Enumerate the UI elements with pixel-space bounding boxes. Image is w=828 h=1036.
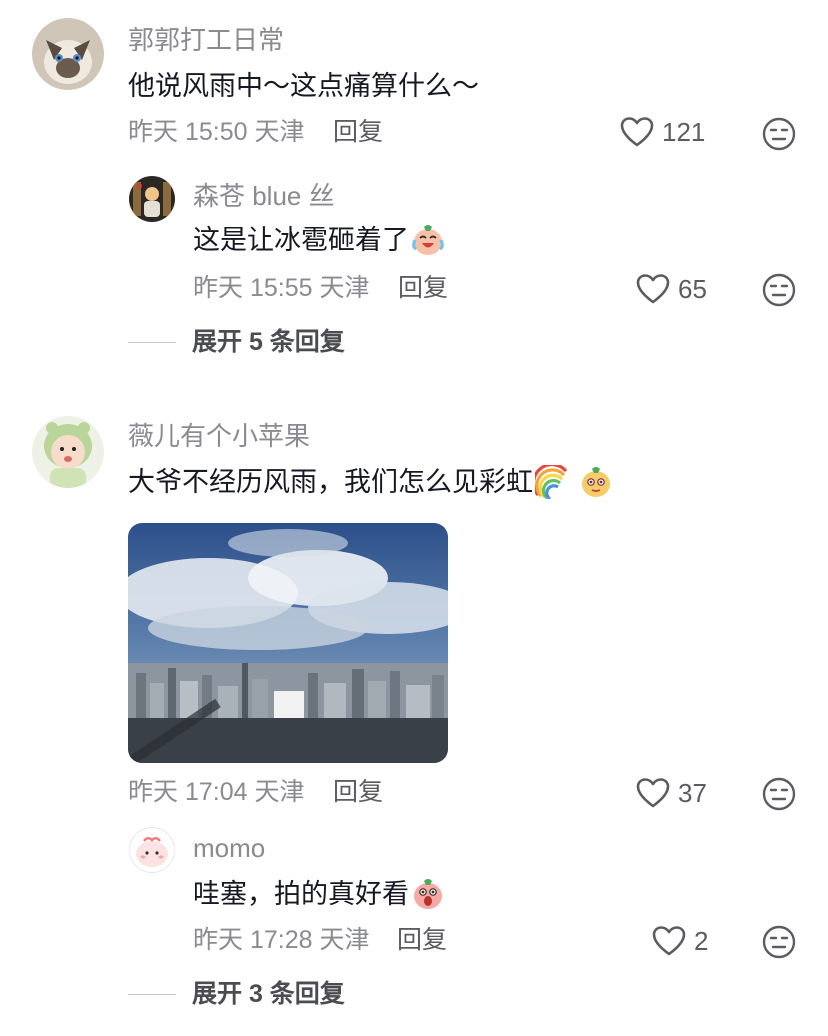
comment-username[interactable]: 郭郭打工日常 [128,24,284,56]
like-count: 2 [694,926,709,956]
like-count: 121 [662,117,706,147]
divider [128,341,176,343]
comment-time: 昨天 15:50 天津 [128,118,305,146]
like-button[interactable]: 121 [620,116,705,148]
comment-username[interactable]: 薇儿有个小苹果 [128,420,310,452]
reply-time: 昨天 17:28 天津 [193,926,370,954]
divider [128,993,176,995]
avatar[interactable] [32,416,104,488]
reply-text: 这是让冰雹砸着了 [193,222,445,258]
heart-icon [636,274,670,304]
reply-username[interactable]: 森苍 blue 丝 [193,180,335,212]
reply-text: 哇塞，拍的真好看 [193,876,445,912]
reply-button[interactable]: 回复 [333,777,383,807]
dislike-face-icon[interactable] [762,273,796,307]
like-count: 37 [678,778,707,808]
rainbow-emoji [535,465,568,499]
heart-icon [620,117,654,147]
reply-avatar[interactable] [129,176,175,222]
heart-icon [652,926,686,956]
smug-face-emoji [582,467,610,497]
comment-time: 昨天 17:04 天津 [128,778,305,806]
reply-avatar[interactable] [129,827,175,873]
amazed-face-emoji [414,879,442,909]
reply-button[interactable]: 回复 [397,925,447,955]
crying-laughing-emoji [412,225,444,255]
reply-time: 昨天 15:55 天津 [193,274,370,302]
expand-replies-button[interactable]: 展开 5 条回复 [128,327,345,357]
reply-button[interactable]: 回复 [333,117,383,147]
like-button[interactable]: 37 [636,777,707,809]
heart-icon [636,778,670,808]
expand-replies-button[interactable]: 展开 3 条回复 [128,979,345,1009]
city-skyline-photo [128,523,448,763]
comment-text: 大爷不经历风雨，我们怎么见彩虹 [128,464,613,500]
dislike-face-icon[interactable] [762,117,796,151]
expand-replies-label: 展开 5 条回复 [192,328,345,356]
like-button[interactable]: 2 [652,925,708,957]
dislike-face-icon[interactable] [762,925,796,959]
reply-button[interactable]: 回复 [398,273,448,303]
dislike-face-icon[interactable] [762,777,796,811]
reply-username[interactable]: momo [193,832,265,864]
like-button[interactable]: 65 [636,273,707,305]
avatar[interactable] [32,18,104,90]
comment-image[interactable] [128,523,448,763]
comment-text: 他说风雨中～这点痛算什么～ [128,71,479,101]
expand-replies-label: 展开 3 条回复 [192,980,345,1008]
like-count: 65 [678,274,707,304]
